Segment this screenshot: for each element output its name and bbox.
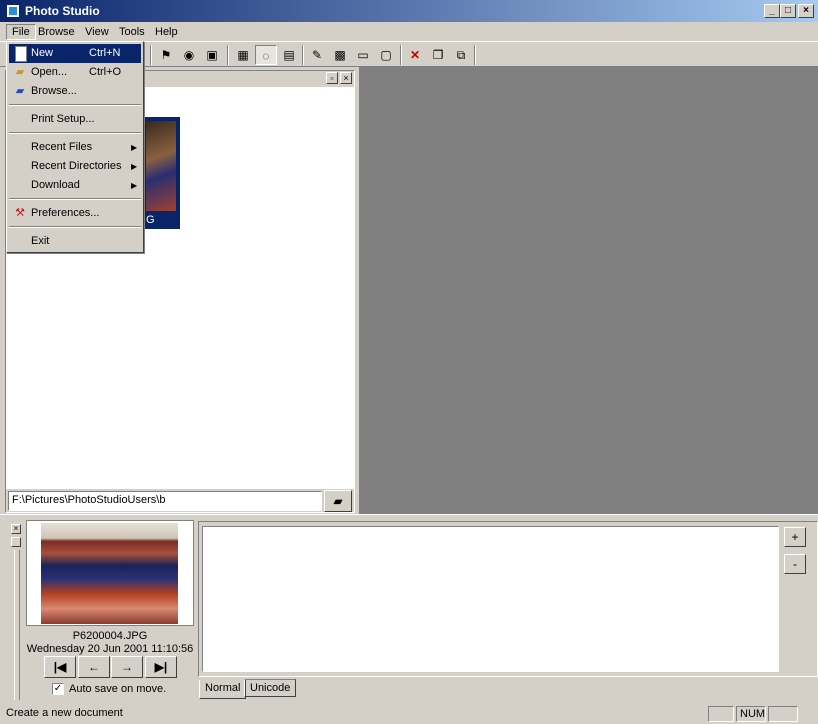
previous-button[interactable]: ←: [78, 656, 110, 678]
menu-help[interactable]: Help: [150, 24, 183, 40]
info-grip[interactable]: [14, 550, 20, 700]
menu-item-preferences[interactable]: ⚒ Preferences...: [9, 204, 141, 223]
menu-tools[interactable]: Tools: [114, 24, 150, 40]
menu-item-new[interactable]: New Ctrl+N: [9, 44, 141, 63]
close-button[interactable]: ×: [798, 4, 814, 18]
minus-button[interactable]: -: [784, 554, 806, 574]
menu-item-print-setup[interactable]: Print Setup...: [9, 110, 141, 129]
edit-pencil-icon[interactable]: ✎: [306, 45, 328, 65]
delete-icon[interactable]: ✕: [404, 45, 426, 65]
close-pane-icon[interactable]: ×: [340, 72, 352, 84]
first-button[interactable]: |◀: [44, 656, 76, 678]
window-title: Photo Studio: [25, 4, 100, 18]
new-document-icon: [15, 46, 27, 62]
status-num: NUM: [736, 706, 766, 722]
last-button[interactable]: ▶|: [145, 656, 177, 678]
autosave-checkbox[interactable]: ✓: [52, 683, 64, 695]
toolbar-separator: [400, 45, 402, 65]
browse-folder-button[interactable]: ▰: [324, 490, 352, 512]
menu-item-open[interactable]: ▰ Open... Ctrl+O: [9, 63, 141, 82]
image-viewer[interactable]: [359, 67, 818, 514]
toolbar-separator: [150, 45, 152, 65]
status-text: Create a new document: [6, 707, 123, 719]
minimize-button[interactable]: _: [764, 4, 780, 18]
toolbar-separator: [227, 45, 229, 65]
menu-separator: [9, 104, 141, 106]
tab-unicode[interactable]: Unicode: [244, 679, 297, 697]
menu-separator: [9, 198, 141, 200]
left-arrow-icon: ←: [88, 660, 100, 674]
first-icon: |◀: [53, 660, 67, 674]
plus-button[interactable]: +: [784, 527, 806, 547]
notes-textarea[interactable]: [202, 526, 779, 672]
status-panel-caps: [708, 706, 734, 722]
submenu-arrow-icon: ▶: [131, 162, 138, 171]
browse-folder-icon: ▰: [15, 85, 25, 97]
copy-icon[interactable]: ❐: [427, 45, 449, 65]
thumbnail-caption: G: [146, 214, 155, 226]
close-info-icon[interactable]: ×: [11, 524, 21, 534]
title-bar[interactable]: Photo Studio _ □ ×: [0, 0, 818, 22]
folder-sync-icon[interactable]: ▣: [201, 45, 223, 65]
bottom-separator: [0, 514, 818, 518]
right-arrow-icon: →: [121, 660, 133, 674]
slideshow-icon[interactable]: ▭: [352, 45, 374, 65]
submenu-arrow-icon: ▶: [131, 181, 138, 190]
menu-browse[interactable]: Browse: [33, 24, 80, 40]
caption-bubble-icon[interactable]: ◌: [255, 45, 277, 65]
menu-item-browse[interactable]: ▰ Browse...: [9, 82, 141, 101]
menu-file[interactable]: File: [6, 24, 36, 40]
move-icon[interactable]: ⧉: [450, 45, 472, 65]
preferences-tools-icon: ⚒: [15, 207, 25, 219]
fullscreen-icon[interactable]: ▢: [375, 45, 397, 65]
grid-icon[interactable]: ▩: [329, 45, 351, 65]
restore-info-icon[interactable]: [11, 537, 21, 547]
open-folder-icon: ▰: [333, 494, 343, 508]
menu-item-recent-files[interactable]: Recent Files ▶: [9, 138, 141, 157]
preview-filename: P6200004.JPG: [72, 630, 148, 642]
status-panel-scroll: [768, 706, 798, 722]
submenu-arrow-icon: ▶: [131, 143, 138, 152]
last-icon: ▶|: [154, 660, 168, 674]
menu-item-exit[interactable]: Exit: [9, 232, 141, 251]
thumbnails-icon[interactable]: ▦: [232, 45, 254, 65]
toolbar-separator: [474, 45, 476, 65]
menu-bar: File Browse View Tools Help: [0, 22, 818, 41]
autosave-label: Auto save on move.: [69, 683, 167, 695]
open-folder-icon: ▰: [15, 66, 25, 78]
globe-icon[interactable]: ◉: [178, 45, 200, 65]
menu-view[interactable]: View: [80, 24, 114, 40]
thumbnail-image[interactable]: [146, 121, 176, 211]
toolbar-separator: [302, 45, 304, 65]
menu-item-download[interactable]: Download ▶: [9, 176, 141, 195]
signpost-icon[interactable]: ⚑: [155, 45, 177, 65]
restore-pane-icon[interactable]: ▫: [326, 72, 338, 84]
next-button[interactable]: →: [111, 656, 143, 678]
menu-separator: [9, 132, 141, 134]
status-bar: Create a new document NUM: [0, 704, 818, 724]
menu-item-recent-directories[interactable]: Recent Directories ▶: [9, 157, 141, 176]
preview-date: Wednesday 20 Jun 2001 11:10:56: [26, 643, 194, 655]
caption-folder-icon[interactable]: ▤: [278, 45, 300, 65]
app-icon: [6, 4, 20, 18]
menu-separator: [9, 226, 141, 228]
path-input[interactable]: F:\Pictures\PhotoStudioUsers\b: [8, 491, 322, 511]
file-menu-dropdown: New Ctrl+N ▰ Open... Ctrl+O ▰ Browse... …: [6, 41, 144, 253]
maximize-button[interactable]: □: [780, 4, 796, 18]
tab-normal[interactable]: Normal: [199, 680, 247, 699]
preview-image[interactable]: [41, 523, 178, 624]
